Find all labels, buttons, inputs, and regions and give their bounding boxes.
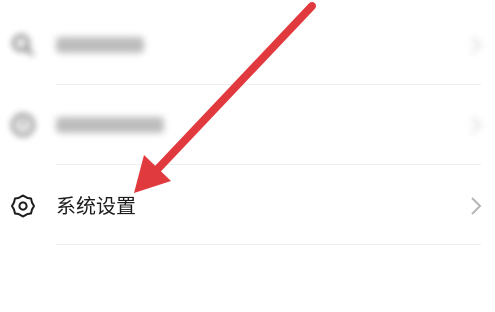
divider [56,84,481,85]
menu-item-system-settings[interactable]: 系统设置 [0,172,495,245]
search-icon [12,34,34,56]
divider [56,244,481,245]
settings-menu-list: 系统设置 [0,0,495,312]
divider [56,164,481,165]
menu-item-label-blurred [56,37,144,53]
menu-item-blurred-2[interactable] [0,90,495,165]
menu-item-label-blurred [56,117,164,133]
info-icon [11,113,35,137]
menu-item-label: 系统设置 [56,194,136,218]
gear-icon [11,194,35,218]
menu-item-blurred-1[interactable] [0,10,495,85]
chevron-right-icon [471,36,482,54]
chevron-right-icon [471,197,482,215]
chevron-right-icon [471,116,482,134]
